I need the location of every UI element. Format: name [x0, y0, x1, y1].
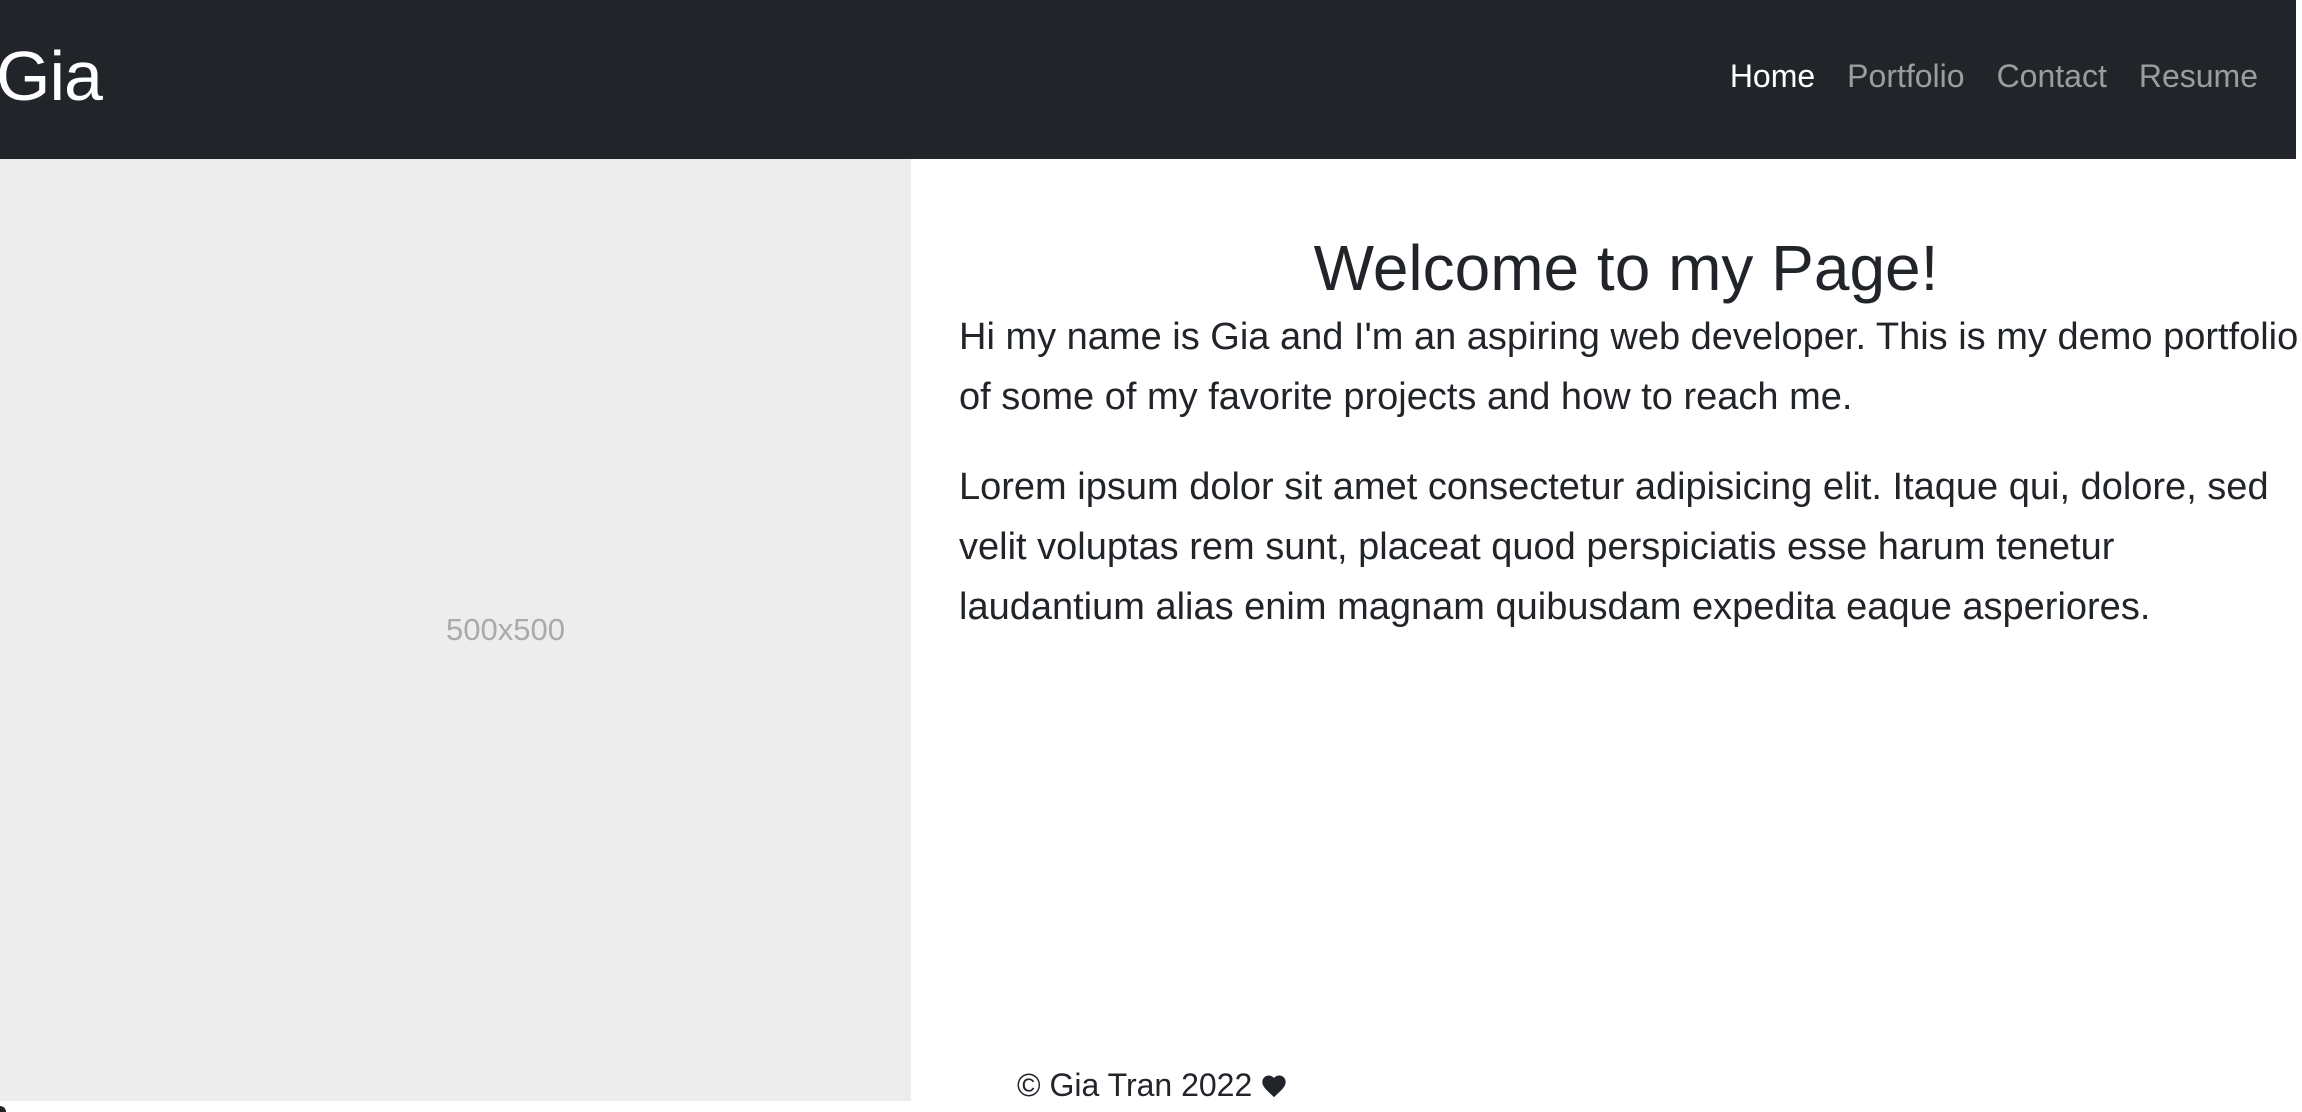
brand-logo-link[interactable]: Gia [0, 0, 103, 159]
intro-paragraph: Hi my name is Gia and I'm an aspiring we… [959, 315, 2299, 418]
footer: © Gia Tran 2022 [1017, 1067, 1288, 1104]
nav-link-home[interactable]: Home [1730, 58, 1815, 95]
body-paragraph: Lorem ipsum dolor sit amet consectetur a… [959, 465, 2269, 628]
nav-link-resume[interactable]: Resume [2139, 58, 2258, 95]
nav-links: Home Portfolio Contact Resume [1730, 0, 2258, 152]
main-content: Welcome to my Page! Hi my name is Gia an… [959, 230, 2299, 637]
top-navbar: Gia Home Portfolio Contact Resume [0, 0, 2296, 159]
profile-image-placeholder: 500x500 [0, 159, 911, 1101]
footer-copyright: © Gia Tran 2022 [1017, 1067, 1253, 1103]
nav-link-contact[interactable]: Contact [1997, 58, 2107, 95]
page-title: Welcome to my Page! [1313, 232, 1939, 304]
heart-icon [1262, 1075, 1286, 1097]
nav-link-portfolio[interactable]: Portfolio [1847, 58, 1964, 95]
corner-decoration [0, 1106, 6, 1112]
page: Gia Home Portfolio Contact Resume 500x50… [0, 0, 2302, 1112]
placeholder-size-label: 500x500 [446, 612, 565, 647]
